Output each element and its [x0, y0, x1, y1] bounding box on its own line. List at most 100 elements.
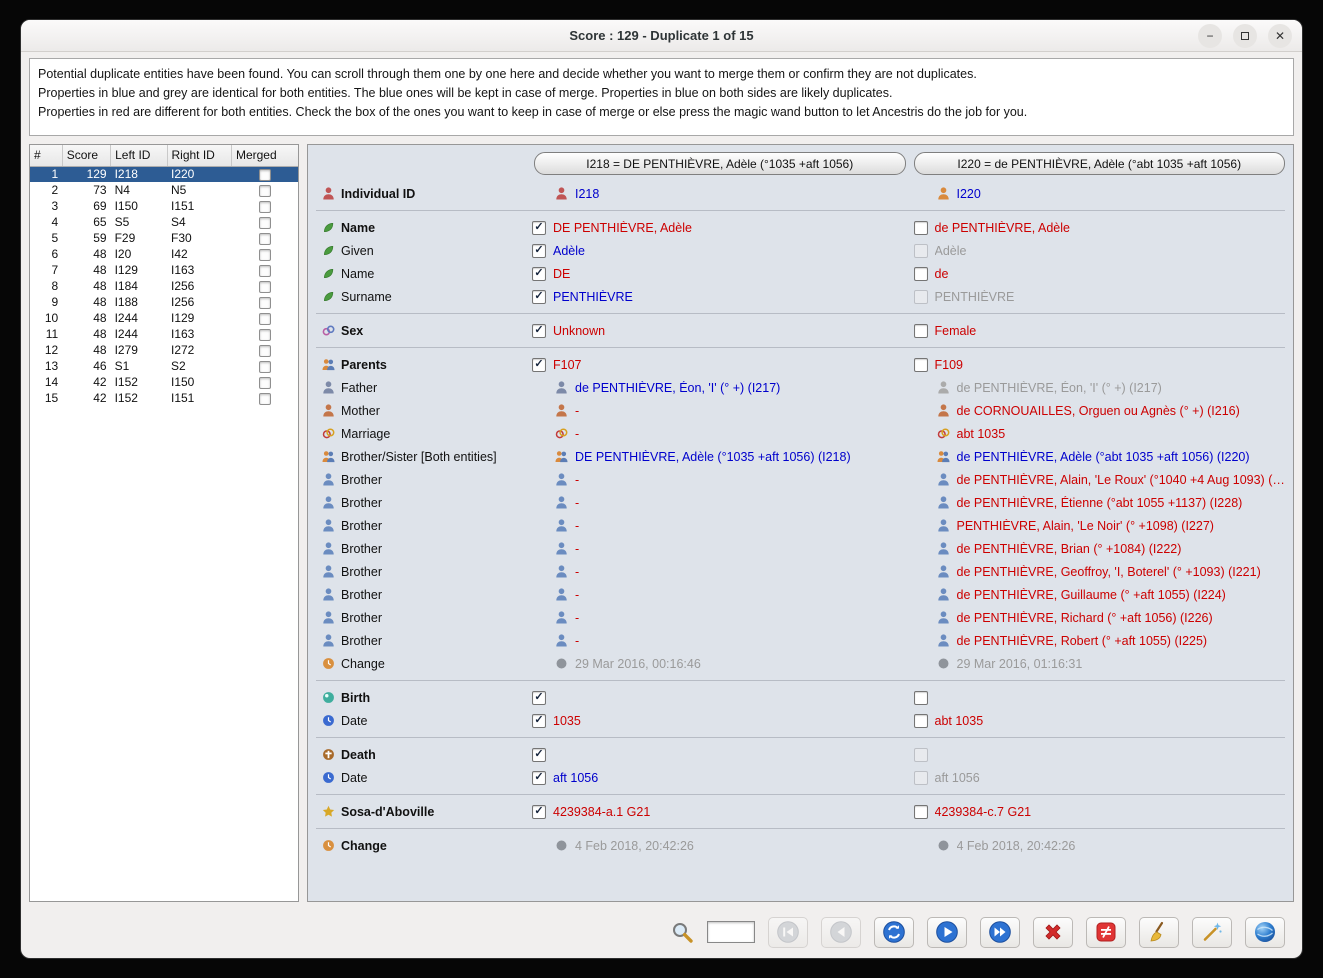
- keep-checkbox[interactable]: ✓: [532, 691, 546, 705]
- merged-checkbox[interactable]: [259, 393, 271, 405]
- merged-checkbox[interactable]: [259, 233, 271, 245]
- column-header-left-id[interactable]: Left ID: [111, 145, 167, 166]
- duplicate-row[interactable]: 12 48 I279 I272: [30, 342, 298, 358]
- merged-checkbox[interactable]: [259, 217, 271, 229]
- property-label: Mother: [341, 404, 380, 418]
- column-header-num[interactable]: #: [30, 145, 62, 166]
- auto-merge-button[interactable]: [1192, 917, 1232, 948]
- keep-checkbox[interactable]: [914, 221, 928, 235]
- merged-checkbox[interactable]: [259, 201, 271, 213]
- window-titlebar[interactable]: Score : 129 - Duplicate 1 of 15 − ✕: [21, 20, 1302, 52]
- property-value: de: [935, 267, 949, 281]
- merged-checkbox[interactable]: [259, 329, 271, 341]
- keep-checkbox[interactable]: ✓: [532, 748, 546, 762]
- search-input[interactable]: [707, 921, 755, 943]
- property-value: de PENTHIÈVRE, Richard (° +aft 1056) (I2…: [957, 611, 1213, 625]
- merged-checkbox[interactable]: [259, 185, 271, 197]
- keep-checkbox[interactable]: ✓: [532, 714, 546, 728]
- person-brother-icon: [937, 634, 950, 647]
- merged-checkbox[interactable]: [259, 249, 271, 261]
- keep-checkbox[interactable]: [914, 714, 928, 728]
- column-header-merged[interactable]: Merged: [231, 145, 298, 166]
- duplicate-row[interactable]: 2 73 N4 N5: [30, 182, 298, 198]
- keep-checkbox[interactable]: [914, 358, 928, 372]
- keep-checkbox[interactable]: ✓: [532, 290, 546, 304]
- person-brother-icon: [555, 611, 568, 624]
- duplicate-row[interactable]: 6 48 I20 I42: [30, 246, 298, 262]
- duplicate-row[interactable]: 13 46 S1 S2: [30, 358, 298, 374]
- merged-checkbox[interactable]: [259, 169, 271, 181]
- mark-not-equal-button[interactable]: [1086, 917, 1126, 948]
- duplicate-row[interactable]: 15 42 I152 I151: [30, 390, 298, 406]
- validate-button[interactable]: [1245, 917, 1285, 948]
- property-row: Brother -de PENTHIÈVRE, Alain, 'Le Roux'…: [314, 468, 1287, 491]
- property-label: Brother: [341, 611, 382, 625]
- keep-checkbox[interactable]: ✓: [532, 267, 546, 281]
- duplicate-row[interactable]: 5 59 F29 F30: [30, 230, 298, 246]
- duplicate-row[interactable]: 1 129 I218 I220: [30, 166, 298, 182]
- property-value: F109: [935, 358, 964, 372]
- keep-checkbox[interactable]: [914, 691, 928, 705]
- reject-button[interactable]: [1033, 917, 1073, 948]
- row-number: 8: [30, 278, 62, 294]
- merged-checkbox[interactable]: [259, 345, 271, 357]
- property-row: Surname ✓PENTHIÈVREPENTHIÈVRE: [314, 285, 1287, 308]
- duplicate-row[interactable]: 8 48 I184 I256: [30, 278, 298, 294]
- row-number: 2: [30, 182, 62, 198]
- duplicate-row[interactable]: 14 42 I152 I150: [30, 374, 298, 390]
- column-header-score[interactable]: Score: [62, 145, 110, 166]
- replay-button[interactable]: [874, 917, 914, 948]
- keep-checkbox[interactable]: ✓: [532, 358, 546, 372]
- merged-checkbox[interactable]: [259, 361, 271, 373]
- close-button[interactable]: ✕: [1268, 24, 1292, 48]
- maximize-button[interactable]: [1233, 24, 1257, 48]
- keep-checkbox[interactable]: [914, 267, 928, 281]
- keep-checkbox[interactable]: ✓: [532, 771, 546, 785]
- person-mother-icon: [937, 404, 950, 417]
- duplicate-row[interactable]: 11 48 I244 I163: [30, 326, 298, 342]
- property-label: Brother: [341, 565, 382, 579]
- keep-checkbox[interactable]: [914, 805, 928, 819]
- property-value: de PENTHIÈVRE, Éon, 'I' (° +) (I217): [575, 381, 780, 395]
- merged-checkbox[interactable]: [259, 297, 271, 309]
- merged-checkbox[interactable]: [259, 281, 271, 293]
- comparison-panel: I218 = DE PENTHIÈVRE, Adèle (°1035 +aft …: [307, 144, 1294, 902]
- duplicate-row[interactable]: 10 48 I244 I129: [30, 310, 298, 326]
- merged-checkbox[interactable]: [259, 265, 271, 277]
- row-number: 3: [30, 198, 62, 214]
- merged-checkbox[interactable]: [259, 377, 271, 389]
- row-score: 59: [62, 230, 110, 246]
- person-brother-icon: [937, 542, 950, 555]
- minimize-button[interactable]: −: [1198, 24, 1222, 48]
- clean-button[interactable]: [1139, 917, 1179, 948]
- property-label: Brother: [341, 496, 382, 510]
- property-row: Brother -de PENTHIÈVRE, Guillaume (° +af…: [314, 583, 1287, 606]
- row-number: 15: [30, 390, 62, 406]
- instruction-line-2: Properties in blue and grey are identica…: [38, 84, 1285, 103]
- date-icon: [322, 771, 335, 784]
- duplicates-table: #ScoreLeft IDRight IDMerged 1 129 I218 I…: [29, 144, 299, 902]
- skip-back-icon: [776, 920, 800, 944]
- window-controls: − ✕: [1198, 24, 1292, 48]
- keep-checkbox[interactable]: ✓: [532, 221, 546, 235]
- row-right-id: I256: [167, 278, 231, 294]
- bullet-icon: [937, 839, 950, 852]
- property-row: Individual ID I218I220: [314, 182, 1287, 205]
- next-button[interactable]: [927, 917, 967, 948]
- keep-checkbox[interactable]: ✓: [532, 324, 546, 338]
- keep-checkbox[interactable]: ✓: [532, 244, 546, 258]
- row-number: 6: [30, 246, 62, 262]
- column-header-right-id[interactable]: Right ID: [167, 145, 231, 166]
- last-button[interactable]: [980, 917, 1020, 948]
- duplicate-row[interactable]: 9 48 I188 I256: [30, 294, 298, 310]
- row-right-id: I151: [167, 390, 231, 406]
- left-entity-button[interactable]: I218 = DE PENTHIÈVRE, Adèle (°1035 +aft …: [534, 152, 906, 175]
- property-row: Change 4 Feb 2018, 20:42:264 Feb 2018, 2…: [314, 834, 1287, 857]
- keep-checkbox[interactable]: ✓: [532, 805, 546, 819]
- right-entity-button[interactable]: I220 = de PENTHIÈVRE, Adèle (°abt 1035 +…: [914, 152, 1286, 175]
- duplicate-row[interactable]: 7 48 I129 I163: [30, 262, 298, 278]
- merged-checkbox[interactable]: [259, 313, 271, 325]
- duplicate-row[interactable]: 3 69 I150 I151: [30, 198, 298, 214]
- keep-checkbox[interactable]: [914, 324, 928, 338]
- duplicate-row[interactable]: 4 65 S5 S4: [30, 214, 298, 230]
